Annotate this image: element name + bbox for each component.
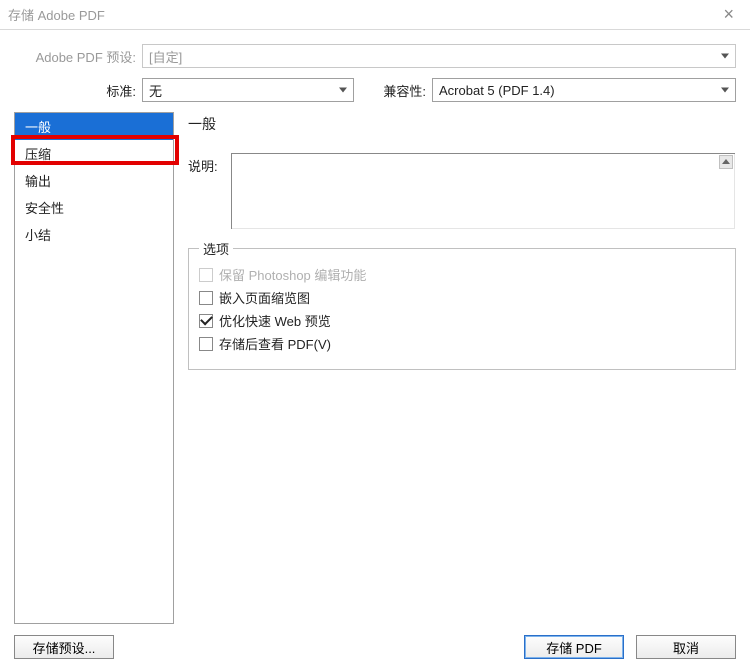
options-legend: 选项 <box>199 239 233 258</box>
right-pane: 一般 说明: 选项 保留 Photoshop 编辑功能 嵌入页面缩 <box>188 112 736 624</box>
chevron-down-icon <box>339 88 347 93</box>
sidebar-item-label: 输出 <box>25 174 51 189</box>
checkbox-icon[interactable] <box>199 291 213 305</box>
compat-value: Acrobat 5 (PDF 1.4) <box>439 83 555 98</box>
description-row: 说明: <box>188 152 736 230</box>
scroll-up-icon[interactable] <box>719 155 733 169</box>
section-heading: 一般 <box>188 112 736 134</box>
options-fieldset: 选项 保留 Photoshop 编辑功能 嵌入页面缩览图 优化快速 Web 预览 <box>188 248 736 370</box>
content-area: Adobe PDF 预设: [自定] 标准: 无 兼容性: Acrobat 5 … <box>0 30 750 624</box>
sidebar-item-output[interactable]: 输出 <box>15 167 173 194</box>
checkbox-icon[interactable] <box>199 314 213 328</box>
sidebar-item-compression[interactable]: 压缩 <box>15 140 173 167</box>
sidebar-item-label: 小结 <box>25 228 51 243</box>
standard-dropdown[interactable]: 无 <box>142 78 354 102</box>
description-label: 说明: <box>188 152 230 175</box>
window-title: 存储 Adobe PDF <box>8 5 105 24</box>
option-label: 保留 Photoshop 编辑功能 <box>219 265 366 284</box>
cancel-button[interactable]: 取消 <box>636 635 736 659</box>
option-label: 存储后查看 PDF(V) <box>219 334 331 353</box>
standard-compat-row: 标准: 无 兼容性: Acrobat 5 (PDF 1.4) <box>14 78 736 102</box>
dialog-footer: 存储预设... 存储 PDF 取消 <box>0 624 750 670</box>
preset-label: Adobe PDF 预设: <box>14 47 142 66</box>
sidebar-item-label: 安全性 <box>25 201 64 216</box>
checkbox-icon[interactable] <box>199 337 213 351</box>
sidebar: 一般 压缩 输出 安全性 小结 <box>14 112 174 624</box>
main-area: 一般 压缩 输出 安全性 小结 一般 说明: 选项 <box>14 112 736 624</box>
sidebar-item-general[interactable]: 一般 <box>15 113 173 140</box>
checkbox-icon <box>199 268 213 282</box>
compat-dropdown[interactable]: Acrobat 5 (PDF 1.4) <box>432 78 736 102</box>
button-label: 存储预设... <box>33 638 96 657</box>
button-label: 取消 <box>673 638 699 657</box>
chevron-down-icon <box>721 88 729 93</box>
option-view-after-save[interactable]: 存储后查看 PDF(V) <box>199 334 725 353</box>
save-preset-button[interactable]: 存储预设... <box>14 635 114 659</box>
option-optimize-web[interactable]: 优化快速 Web 预览 <box>199 311 725 330</box>
sidebar-item-summary[interactable]: 小结 <box>15 221 173 248</box>
option-label: 优化快速 Web 预览 <box>219 311 331 330</box>
preset-dropdown[interactable]: [自定] <box>142 44 736 68</box>
save-pdf-button[interactable]: 存储 PDF <box>524 635 624 659</box>
sidebar-item-security[interactable]: 安全性 <box>15 194 173 221</box>
chevron-down-icon <box>721 54 729 59</box>
standard-value: 无 <box>149 81 162 100</box>
dialog-window: 存储 Adobe PDF × Adobe PDF 预设: [自定] 标准: 无 … <box>0 0 750 670</box>
preset-value: [自定] <box>149 47 182 66</box>
option-label: 嵌入页面缩览图 <box>219 288 310 307</box>
standard-label: 标准: <box>14 81 142 100</box>
sidebar-item-label: 压缩 <box>25 147 51 162</box>
compat-label: 兼容性: <box>354 81 432 100</box>
close-icon[interactable]: × <box>715 4 742 25</box>
button-label: 存储 PDF <box>546 638 602 657</box>
sidebar-item-label: 一般 <box>25 120 51 135</box>
preset-row: Adobe PDF 预设: [自定] <box>14 44 736 68</box>
option-embed-thumbnails[interactable]: 嵌入页面缩览图 <box>199 288 725 307</box>
option-preserve-editing: 保留 Photoshop 编辑功能 <box>199 265 725 284</box>
description-textarea[interactable] <box>230 152 736 230</box>
title-bar: 存储 Adobe PDF × <box>0 0 750 30</box>
